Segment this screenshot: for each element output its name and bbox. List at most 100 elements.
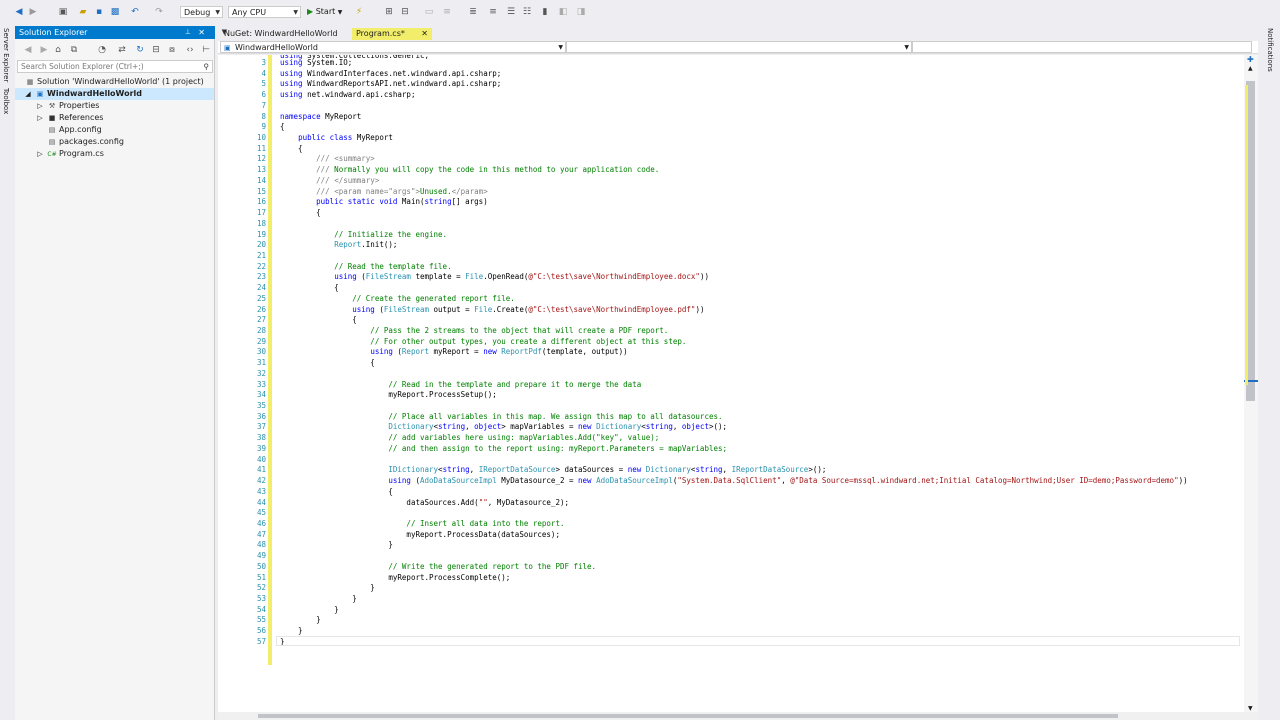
code-line: { <box>280 208 321 218</box>
line-number: 16 <box>256 197 266 207</box>
line-number: 31 <box>256 358 266 368</box>
uncomment-icon[interactable]: ☷ <box>520 5 534 19</box>
sync-icon[interactable]: ⇄ <box>115 43 129 57</box>
tab-label: NuGet: WindwardHelloWorld <box>224 29 338 38</box>
type-dropdown[interactable]: ▼ <box>566 41 912 53</box>
comment-icon[interactable]: ☰ <box>504 5 518 19</box>
line-number: 46 <box>256 518 266 528</box>
tree-item-app-config[interactable]: ▤ App.config <box>47 124 102 136</box>
solution-config-value: Debug <box>184 8 211 17</box>
tab-label: Program.cs* <box>356 29 405 38</box>
undo-icon[interactable]: ↶ <box>128 5 142 19</box>
code-line: using (Report myReport = new ReportPdf(t… <box>370 347 628 357</box>
code-line: Report.Init(); <box>334 240 398 250</box>
hscroll-thumb[interactable] <box>258 714 1118 718</box>
csharp-file-icon: C# <box>47 151 57 158</box>
line-number: 28 <box>256 326 266 335</box>
tree-item-properties[interactable]: ▷ ⚒ Properties <box>35 100 99 112</box>
line-number: 25 <box>256 293 266 303</box>
member-dropdown[interactable] <box>912 41 1252 53</box>
line-number: 51 <box>256 572 266 582</box>
config-file-icon: ▤ <box>48 126 56 134</box>
back-icon[interactable]: ◀ <box>12 5 26 19</box>
line-number: 26 <box>256 304 266 314</box>
code-view-icon[interactable]: ‹› <box>183 43 197 57</box>
line-number: 14 <box>256 175 266 185</box>
tree-item-label: Properties <box>59 101 100 110</box>
prev-bookmark-icon[interactable]: ◧ <box>556 5 570 19</box>
new-project-icon[interactable]: ▣ <box>56 5 70 19</box>
save-all-icon[interactable]: ▩ <box>108 5 122 19</box>
refresh-icon[interactable]: ↻ <box>133 43 147 57</box>
code-line: using WindwardInterfaces.net.windward.ap… <box>280 68 502 78</box>
switch-views-icon[interactable]: ⧉ <box>67 43 81 57</box>
tree-item-program-cs[interactable]: ▷ C# Program.cs <box>35 148 104 160</box>
tree-item-project[interactable]: ◢ ▣ WindwardHelloWorld <box>15 88 214 100</box>
code-line: public static void Main(string[] args) <box>316 197 488 207</box>
config-file-icon: ▤ <box>48 138 56 146</box>
code-line: // Create the generated report file. <box>280 293 515 303</box>
line-number: 37 <box>256 422 266 432</box>
search-placeholder: Search Solution Explorer (Ctrl+;) <box>21 62 144 71</box>
project-dropdown[interactable]: ▣ WindwardHelloWorld ▼ <box>220 41 566 53</box>
code-line: /// <summary> <box>316 154 375 164</box>
expand-arrow-icon: ◢ <box>25 90 31 98</box>
code-line: } <box>280 540 393 550</box>
solution-explorer-panel: Solution Explorer ⊥ ✕ ▼ ◀ ▶ ⌂ ⧉ ◔ ⇄ ↻ ⊟ … <box>15 26 227 720</box>
platform-value: Any CPU <box>232 8 267 17</box>
step-icon[interactable]: ⊞ <box>382 5 396 19</box>
tab-program-cs[interactable]: Program.cs* ✕ <box>352 28 432 40</box>
vertical-scrollbar[interactable]: ✚ ▲ ▼ <box>1244 55 1258 715</box>
server-explorer-tab[interactable]: Server Explorer <box>2 28 10 82</box>
line-number: 10 <box>256 133 266 143</box>
breakpoint-window-icon[interactable]: ⊟ <box>398 5 412 19</box>
bookmark-icon[interactable]: ▮ <box>538 5 552 19</box>
references-icon: ■ <box>48 114 56 122</box>
notifications-tab[interactable]: Notifications <box>1266 28 1274 72</box>
code-line: } <box>280 615 321 625</box>
close-icon[interactable]: ✕ <box>421 28 428 40</box>
code-line: } <box>280 594 357 603</box>
open-folder-icon[interactable]: ▰ <box>76 5 90 19</box>
code-line: { <box>280 358 375 368</box>
platform-dropdown[interactable]: Any CPU ▼ <box>228 6 301 18</box>
forward-icon[interactable]: ▶ <box>26 5 40 19</box>
close-icon[interactable]: ✕ <box>198 26 205 39</box>
pin-icon[interactable]: ⊥ <box>185 26 191 39</box>
code-editor[interactable]: using System.Collections.Generic; 3 using… <box>218 55 1244 715</box>
tree-item-solution[interactable]: ▦ Solution 'WindwardHelloWorld' (1 projec… <box>25 76 204 88</box>
panel-title: Solution Explorer <box>19 28 88 37</box>
back-icon[interactable]: ◀ <box>21 43 35 57</box>
toolbox-tab[interactable]: Toolbox <box>2 88 10 114</box>
find-icon[interactable]: ▭ <box>422 5 436 19</box>
chevron-down-icon: ▼ <box>293 9 298 16</box>
collapse-all-icon[interactable]: ⊟ <box>149 43 163 57</box>
wrench-icon: ⚒ <box>48 102 56 110</box>
line-number: 7 <box>261 100 266 110</box>
home-icon[interactable]: ⌂ <box>51 43 65 57</box>
browser-link-icon[interactable]: ⚡ <box>352 5 366 19</box>
save-icon[interactable]: ▪ <box>92 5 106 19</box>
line-number: 56 <box>256 626 266 636</box>
properties-icon[interactable]: ⊢ <box>199 43 213 57</box>
scroll-up-icon[interactable]: ▲ <box>1248 65 1253 72</box>
solution-search-input[interactable]: Search Solution Explorer (Ctrl+;) ⚲ <box>17 60 213 73</box>
scroll-down-icon[interactable]: ▼ <box>1248 705 1253 712</box>
horizontal-scrollbar[interactable] <box>218 712 1258 720</box>
tree-item-references[interactable]: ▷ ■ References <box>35 112 103 124</box>
tab-nuget[interactable]: NuGet: WindwardHelloWorld <box>220 28 346 40</box>
show-all-files-icon[interactable]: ⧇ <box>165 43 179 57</box>
forward-icon[interactable]: ▶ <box>37 43 51 57</box>
format-icon[interactable]: ≡ <box>440 5 454 19</box>
align-right-icon[interactable]: ≡ <box>486 5 500 19</box>
solution-config-dropdown[interactable]: Debug ▼ <box>180 6 223 18</box>
code-line: // Pass the 2 streams to the object that… <box>280 326 669 335</box>
pending-changes-icon[interactable]: ◔ <box>95 43 109 57</box>
tree-item-packages-config[interactable]: ▤ packages.config <box>47 136 124 148</box>
align-left-icon[interactable]: ≣ <box>466 5 480 19</box>
split-icon[interactable]: ✚ <box>1247 55 1254 64</box>
redo-icon[interactable]: ↷ <box>152 5 166 19</box>
start-button[interactable]: ▶ Start ▼ <box>307 6 342 18</box>
csharp-project-icon: ▣ <box>224 44 231 52</box>
next-bookmark-icon[interactable]: ◨ <box>574 5 588 19</box>
